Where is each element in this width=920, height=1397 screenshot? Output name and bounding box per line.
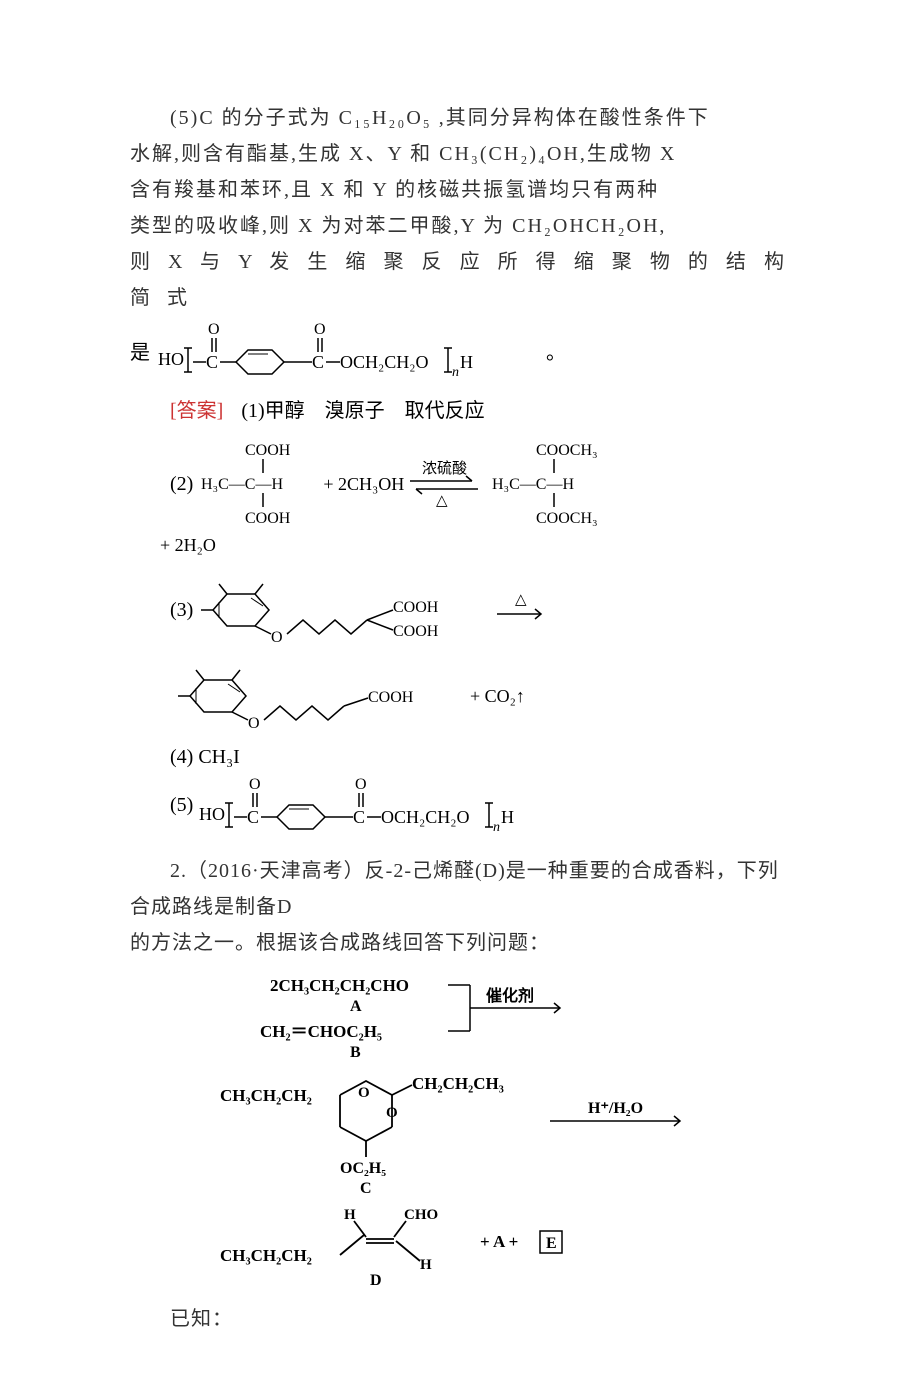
explanation-5-line3: 含有羧基和苯环,且 X 和 Y 的核磁共振氢谱均只有两种: [130, 172, 790, 208]
svg-text:H: H: [501, 807, 514, 827]
explanation-5-line4: 类型的吸收峰,则 X 为对苯二甲酸,Y 为 CH₂OHCH₂OH,: [130, 208, 790, 244]
svg-text:OCH₂CH₂O: OCH₂CH₂O: [381, 807, 470, 827]
svg-text:H⁺/H₂O: H⁺/H₂O: [588, 1100, 643, 1117]
svg-text:O: O: [355, 776, 367, 793]
answer-3-tail: + CO₂↑: [470, 686, 525, 707]
svg-text:OCH₂CH₂O: OCH₂CH₂O: [340, 352, 429, 372]
svg-text:C: C: [360, 1180, 372, 1197]
svg-text:COOH: COOH: [393, 623, 439, 640]
answer-label: [答案]: [170, 400, 223, 422]
svg-text:O: O: [314, 321, 326, 338]
svg-text:COOH: COOH: [245, 510, 291, 527]
svg-text:CHO: CHO: [404, 1207, 438, 1223]
svg-text:H: H: [344, 1207, 356, 1223]
svg-text:O: O: [248, 715, 260, 732]
svg-text:2CH₃CH₂CH₂CHO: 2CH₃CH₂CH₂CHO: [270, 976, 409, 995]
methylmalonic-right-icon: COOCH₃ H₃C—C—H COOCH₃: [484, 439, 634, 529]
svg-text:HO: HO: [158, 349, 184, 369]
svg-text:n: n: [493, 820, 500, 835]
svg-text:O: O: [358, 1085, 370, 1101]
explanation-5-line1: (5)C 的分子式为 C₁₅H₂₀O₅ ,其同分异构体在酸性条件下: [130, 100, 790, 136]
polymer-structure-2-icon: HO O C O C OCH₂CH₂O n H: [193, 775, 573, 835]
q2-intro-line1: 2.（2016·天津高考）反-2-己烯醛(D)是一种重要的合成香料，下列合成路线…: [130, 853, 790, 925]
svg-text:O: O: [249, 776, 261, 793]
synthesis-scheme-icon: 2CH₃CH₂CH₂CHO A CH₂＝CHOC₂H₅ B 催化剂 CH₃CH₂…: [180, 971, 740, 1291]
answer-2-reagent: + 2CH₃OH: [323, 474, 404, 495]
polymer-structure-icon: HO O C O C OCH₂CH₂O: [158, 320, 538, 380]
answer-3-prefix: (3): [170, 599, 193, 622]
svg-text:E: E: [546, 1235, 557, 1252]
svg-text:+ A +: + A +: [480, 1232, 518, 1251]
q2-known: 已知：: [130, 1301, 790, 1337]
svg-text:COOCH₃: COOCH₃: [536, 510, 598, 527]
svg-text:A: A: [350, 998, 362, 1015]
answer-5-prefix: (5): [170, 794, 193, 817]
explanation-5-line2: 水解,则含有酯基,生成 X、Y 和 CH₃(CH₂)₄OH,生成物 X: [130, 136, 790, 172]
line6-prefix: 是: [130, 336, 150, 365]
answer-4: (4) CH₃I: [170, 746, 790, 769]
svg-text:H₃C—C—H: H₃C—C—H: [492, 476, 574, 493]
svg-text:CH₂CH₂CH₃: CH₂CH₂CH₃: [412, 1074, 504, 1093]
svg-text:O: O: [386, 1105, 398, 1121]
svg-text:COOH: COOH: [245, 442, 291, 459]
svg-text:C: C: [353, 807, 365, 827]
svg-text:△: △: [436, 493, 448, 509]
answer-2-tail: + 2H₂O: [160, 535, 790, 556]
svg-text:n: n: [452, 365, 459, 380]
q2-intro-line2: 的方法之一。根据该合成路线回答下列问题：: [130, 925, 790, 961]
svg-text:△: △: [515, 592, 527, 608]
svg-text:C: C: [247, 807, 259, 827]
line6-suffix: 。: [546, 336, 566, 365]
explanation-5-line5: 则 X 与 Y 发 生 缩 聚 反 应 所 得 缩 聚 物 的 结 构 简 式: [130, 244, 790, 316]
svg-text:COOH: COOH: [393, 599, 439, 616]
fragment3-reactant-icon: O COOH COOH: [193, 570, 493, 650]
fragment3-product-icon: O COOH: [170, 656, 470, 736]
svg-text:H: H: [460, 352, 473, 372]
svg-text:H₃C—C—H: H₃C—C—H: [201, 476, 283, 493]
svg-text:COOCH₃: COOCH₃: [536, 442, 598, 459]
svg-text:HO: HO: [199, 804, 225, 824]
svg-text:D: D: [370, 1272, 382, 1289]
svg-text:CH₂＝CHOC₂H₅: CH₂＝CHOC₂H₅: [260, 1022, 382, 1041]
heat-arrow-icon: △: [493, 590, 553, 630]
svg-text:CH₃CH₂CH₂: CH₃CH₂CH₂: [220, 1086, 312, 1105]
methylmalonic-left-icon: COOH H₃C—C—H COOH: [193, 439, 323, 529]
svg-text:催化剂: 催化剂: [486, 986, 534, 1005]
svg-text:O: O: [271, 629, 283, 646]
answer-1: (1)甲醇 溴原子 取代反应: [241, 400, 484, 422]
svg-text:H: H: [420, 1257, 432, 1273]
svg-text:CH₃CH₂CH₂: CH₃CH₂CH₂: [220, 1246, 312, 1265]
svg-text:COOH: COOH: [368, 689, 414, 706]
svg-text:O: O: [208, 321, 220, 338]
svg-text:OC₂H₅: OC₂H₅: [340, 1160, 386, 1177]
svg-text:B: B: [350, 1044, 361, 1061]
svg-text:C: C: [206, 352, 218, 372]
answer-2-prefix: (2): [170, 473, 193, 496]
equilibrium-arrow-icon: 浓硫酸 △: [404, 459, 484, 509]
svg-text:C: C: [312, 352, 324, 372]
svg-text:浓硫酸: 浓硫酸: [422, 460, 467, 477]
